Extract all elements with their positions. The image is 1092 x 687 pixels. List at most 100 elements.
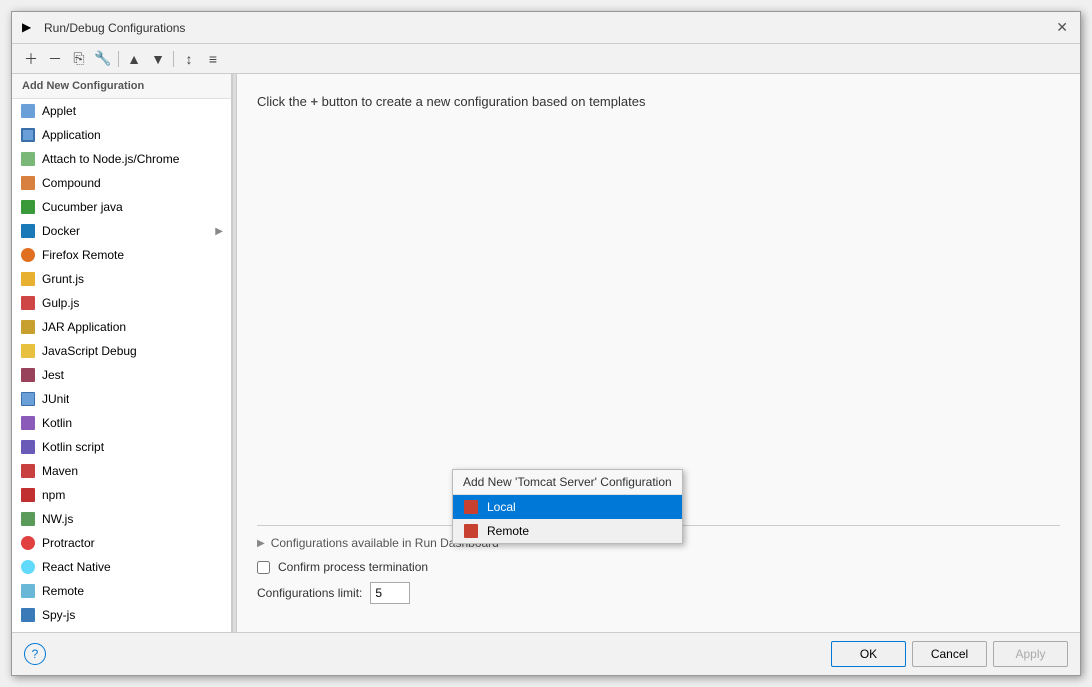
list-item-spy-js[interactable]: Spy-js [12, 603, 231, 627]
limit-setting-row: Configurations limit: [257, 582, 1060, 604]
kotlin-icon [20, 415, 36, 431]
hint-text: Click the + button to create a new confi… [257, 94, 1060, 109]
firefox-remote-label: Firefox Remote [42, 248, 124, 262]
list-item-javascript-debug[interactable]: JavaScript Debug [12, 339, 231, 363]
react-native-label: React Native [42, 560, 111, 574]
sort-alpha-button[interactable]: ↕ [178, 48, 200, 70]
application-icon [20, 127, 36, 143]
termination-setting-row: Confirm process termination [257, 560, 1060, 574]
context-menu-header: Add New 'Tomcat Server' Configuration [453, 470, 682, 495]
sort-type-button[interactable]: ≡ [202, 48, 224, 70]
firefox-remote-icon [20, 247, 36, 263]
list-item-junit[interactable]: JUnit [12, 387, 231, 411]
javascript-debug-label: JavaScript Debug [42, 344, 137, 358]
gulpjs-icon [20, 295, 36, 311]
list-item-protractor[interactable]: Protractor [12, 531, 231, 555]
spy-js-icon [20, 607, 36, 623]
toolbar-sep-2 [173, 51, 174, 67]
remove-button[interactable]: － [44, 48, 66, 70]
list-item-application[interactable]: Application [12, 123, 231, 147]
npm-label: npm [42, 488, 65, 502]
configs-arrow-icon: ▶ [257, 538, 265, 549]
move-up-button[interactable]: ▲ [123, 48, 145, 70]
limit-label: Configurations limit: [257, 586, 362, 600]
spy-js-label: Spy-js [42, 608, 75, 622]
list-item-maven[interactable]: Maven [12, 459, 231, 483]
content-area: Add New Configuration AppletApplicationA… [12, 74, 1080, 632]
applet-icon [20, 103, 36, 119]
attach-nodejs-label: Attach to Node.js/Chrome [42, 152, 179, 166]
application-label: Application [42, 128, 101, 142]
list-item-gulpjs[interactable]: Gulp.js [12, 291, 231, 315]
toolbar: ＋ － ⎘ 🔧 ▲ ▼ ↕ ≡ [12, 44, 1080, 74]
attach-nodejs-icon [20, 151, 36, 167]
context-menu: Add New 'Tomcat Server' Configuration Lo… [452, 469, 683, 544]
context-menu-item-remote[interactable]: Remote [453, 519, 682, 543]
title-bar-left: ▶ Run/Debug Configurations [22, 20, 185, 36]
list-item-gruntjs[interactable]: Grunt.js [12, 267, 231, 291]
gulpjs-label: Gulp.js [42, 296, 79, 310]
list-item-firefox-remote[interactable]: Firefox Remote [12, 243, 231, 267]
list-item-nwjs[interactable]: NW.js [12, 507, 231, 531]
kotlin-script-icon [20, 439, 36, 455]
hint-suffix: button to create a new configuration bas… [318, 94, 645, 109]
compound-label: Compound [42, 176, 101, 190]
remote-menu-label: Remote [487, 524, 529, 538]
docker-arrow-icon: ▶ [215, 226, 223, 237]
applet-label: Applet [42, 104, 76, 118]
list-item-cucumber-java[interactable]: Cucumber java [12, 195, 231, 219]
docker-icon [20, 223, 36, 239]
list-item-docker[interactable]: Docker ▶ [12, 219, 231, 243]
help-button[interactable]: ? [24, 643, 46, 665]
add-button[interactable]: ＋ [20, 48, 42, 70]
junit-icon [20, 391, 36, 407]
termination-label: Confirm process termination [278, 560, 428, 574]
close-button[interactable]: ✕ [1054, 19, 1070, 36]
list-item-kotlin-script[interactable]: Kotlin script [12, 435, 231, 459]
dialog-footer: ? OK Cancel Apply [12, 632, 1080, 675]
remote-menu-icon [463, 523, 479, 539]
ok-button[interactable]: OK [831, 641, 906, 667]
jest-icon [20, 367, 36, 383]
left-panel: Add New Configuration AppletApplicationA… [12, 74, 232, 632]
list-item-compound[interactable]: Compound [12, 171, 231, 195]
local-menu-label: Local [487, 500, 516, 514]
jar-application-icon [20, 319, 36, 335]
list-item-jar-application[interactable]: JAR Application [12, 315, 231, 339]
wrench-button[interactable]: 🔧 [92, 48, 114, 70]
list-item-npm[interactable]: npm [12, 483, 231, 507]
remote-icon [20, 583, 36, 599]
list-item-applet[interactable]: Applet [12, 99, 231, 123]
title-bar: ▶ Run/Debug Configurations ✕ [12, 12, 1080, 44]
list-item-jest[interactable]: Jest [12, 363, 231, 387]
context-menu-item-local[interactable]: Local [453, 495, 682, 519]
protractor-icon [20, 535, 36, 551]
config-type-list: Applet Application Attach to Node.js/Chrom… [12, 99, 231, 632]
kotlin-label: Kotlin [42, 416, 72, 430]
dialog-icon: ▶ [22, 20, 38, 36]
confirm-termination-checkbox[interactable] [257, 561, 270, 574]
run-debug-config-dialog: ▶ Run/Debug Configurations ✕ ＋ － ⎘ 🔧 ▲ ▼… [11, 11, 1081, 676]
apply-button[interactable]: Apply [993, 641, 1068, 667]
junit-label: JUnit [42, 392, 69, 406]
move-down-button[interactable]: ▼ [147, 48, 169, 70]
dialog-title: Run/Debug Configurations [44, 21, 185, 35]
jar-application-label: JAR Application [42, 320, 126, 334]
list-item-react-native[interactable]: React Native [12, 555, 231, 579]
docker-label: Docker [42, 224, 80, 238]
local-menu-icon [463, 499, 479, 515]
nwjs-icon [20, 511, 36, 527]
toolbar-sep-1 [118, 51, 119, 67]
cucumber-java-label: Cucumber java [42, 200, 123, 214]
gruntjs-icon [20, 271, 36, 287]
list-item-remote[interactable]: Remote [12, 579, 231, 603]
limit-input[interactable] [370, 582, 410, 604]
protractor-label: Protractor [42, 536, 95, 550]
list-item-kotlin[interactable]: Kotlin [12, 411, 231, 435]
list-item-attach-nodejs[interactable]: Attach to Node.js/Chrome [12, 147, 231, 171]
compound-icon [20, 175, 36, 191]
npm-icon [20, 487, 36, 503]
copy-button[interactable]: ⎘ [68, 48, 90, 70]
remote-label: Remote [42, 584, 84, 598]
cancel-button[interactable]: Cancel [912, 641, 987, 667]
